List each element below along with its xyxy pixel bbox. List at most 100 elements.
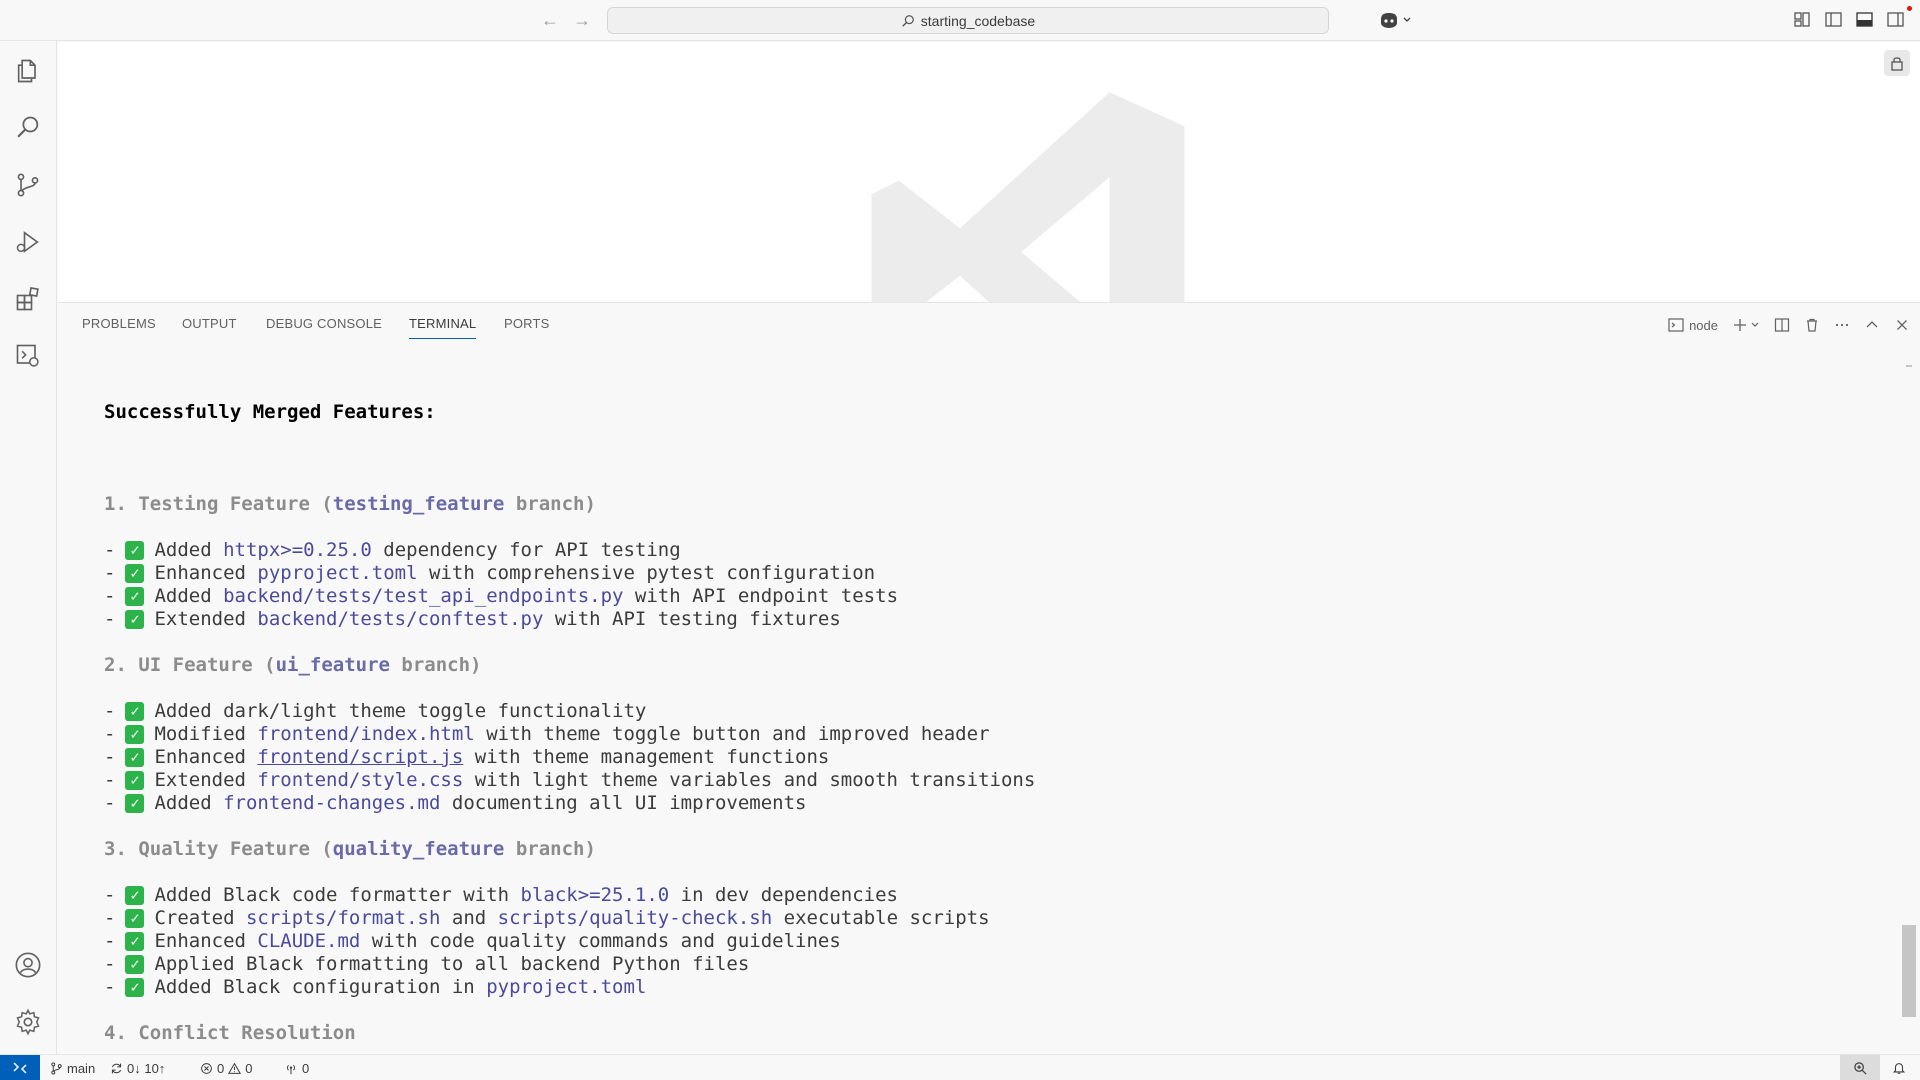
bullet-dash: - bbox=[104, 884, 116, 906]
section-heading: 1. Testing Feature (testing_feature bran… bbox=[104, 493, 1804, 516]
section-title: 1. Testing Feature ( bbox=[104, 493, 333, 515]
search-icon[interactable] bbox=[12, 112, 44, 144]
bullet-dash: - bbox=[104, 792, 116, 814]
check-mark-icon: ✓ bbox=[125, 978, 145, 997]
run-and-debug-icon[interactable] bbox=[12, 226, 44, 258]
list-item: - ✓ Added dark/light theme toggle function… bbox=[104, 700, 1804, 723]
bullet-dash: - bbox=[104, 746, 116, 768]
vscode-window: ← → starting_codebase PROBLEMS OUTPUT DE… bbox=[0, 0, 1920, 1080]
tab-problems[interactable]: PROBLEMS bbox=[82, 316, 156, 331]
source-control-icon[interactable] bbox=[12, 169, 44, 201]
section-title: 3. Quality Feature ( bbox=[104, 838, 333, 860]
toggle-primary-sidebar-icon[interactable] bbox=[1823, 9, 1844, 30]
extensions-icon[interactable] bbox=[12, 283, 44, 315]
panel-tabs: PROBLEMS OUTPUT DEBUG CONSOLE TERMINAL P… bbox=[58, 303, 1920, 345]
copilot-menu[interactable] bbox=[1378, 8, 1412, 32]
toggle-panel-icon[interactable] bbox=[1854, 9, 1875, 30]
check-mark-icon: ✓ bbox=[125, 932, 145, 951]
zoom-indicator[interactable] bbox=[1840, 1055, 1880, 1080]
code-span: frontend/style.css bbox=[257, 769, 464, 791]
chevron-down-icon bbox=[1403, 17, 1411, 22]
forward-arrow-icon[interactable]: → bbox=[570, 8, 594, 32]
bullet-dash: - bbox=[104, 769, 116, 791]
ports-indicator[interactable]: 0 bbox=[284, 1055, 309, 1080]
account-icon[interactable] bbox=[12, 949, 44, 981]
close-icon[interactable] bbox=[1894, 317, 1910, 333]
plus-icon bbox=[1734, 319, 1746, 331]
list-item: - ✓ Added Black configuration in pyproject… bbox=[104, 976, 1804, 999]
remote-icon bbox=[13, 1062, 27, 1074]
branch-indicator[interactable]: main bbox=[50, 1055, 95, 1080]
text-span: Extended bbox=[154, 608, 258, 630]
code-span: backend/tests/test_api_endpoints.py bbox=[223, 585, 624, 607]
tab-ports[interactable]: PORTS bbox=[504, 316, 550, 331]
tab-output[interactable]: OUTPUT bbox=[182, 316, 237, 331]
ports-count: 0 bbox=[302, 1060, 310, 1076]
list-item: - ✓ Added httpx>=0.25.0 dependency for API… bbox=[104, 539, 1804, 562]
customize-layout-icon[interactable] bbox=[1792, 9, 1813, 30]
check-mark-icon: ✓ bbox=[125, 909, 145, 928]
bullet-dash: - bbox=[104, 700, 116, 722]
section-suffix: branch) bbox=[504, 493, 596, 515]
section-heading: 3. Quality Feature (quality_feature bran… bbox=[104, 838, 1804, 861]
text-span: Modified bbox=[154, 723, 258, 745]
lock-icon[interactable] bbox=[1884, 50, 1910, 76]
text-span: with API testing fixtures bbox=[543, 608, 841, 630]
tab-debug-console[interactable]: DEBUG CONSOLE bbox=[266, 316, 382, 331]
settings-gear-icon[interactable] bbox=[12, 1006, 44, 1038]
code-span: scripts/format.sh bbox=[245, 907, 441, 929]
sync-icon bbox=[111, 1063, 122, 1073]
terminal-selector[interactable]: node bbox=[1668, 317, 1718, 333]
text-span: with light theme variables and smooth tr… bbox=[463, 769, 1036, 791]
section-suffix: branch) bbox=[389, 654, 482, 676]
terminal-scrollbar-thumb[interactable] bbox=[1902, 925, 1916, 1017]
sync-status: 0↓ 10↑ bbox=[127, 1060, 166, 1076]
code-span: scripts/quality-check.sh bbox=[497, 907, 773, 929]
section-title: 2. UI Feature ( bbox=[104, 654, 276, 676]
text-span: Added bbox=[154, 539, 224, 561]
check-mark-icon: ✓ bbox=[125, 610, 145, 629]
remote-explorer-icon[interactable] bbox=[12, 340, 44, 372]
text-span: Extended bbox=[154, 769, 258, 791]
text-span: Enhanced bbox=[154, 562, 258, 584]
list-item: - ✓ Extended frontend/style.css with light… bbox=[104, 769, 1804, 792]
text-span: documenting all UI improvements bbox=[440, 792, 807, 814]
new-terminal-button[interactable] bbox=[1732, 317, 1760, 333]
activity-bar bbox=[0, 41, 57, 1054]
problems-indicator[interactable]: 0 0 bbox=[200, 1055, 252, 1080]
broadcast-icon bbox=[286, 1064, 296, 1074]
terminal-output[interactable]: Successfully Merged Features: 1. Testing… bbox=[104, 355, 1804, 1080]
code-span: frontend/index.html bbox=[257, 723, 475, 745]
check-mark-icon: ✓ bbox=[125, 771, 145, 790]
check-mark-icon: ✓ bbox=[125, 725, 145, 744]
code-span: pyproject.toml bbox=[486, 976, 647, 998]
section-suffix: branch) bbox=[504, 838, 596, 860]
command-center-search[interactable]: starting_codebase bbox=[607, 7, 1329, 34]
list-item: - ✓ Modified frontend/index.html with them… bbox=[104, 723, 1804, 746]
explorer-icon[interactable] bbox=[12, 55, 44, 87]
text-span: Added Black code formatter with bbox=[154, 884, 521, 906]
scrollbar-marker bbox=[1906, 365, 1912, 367]
section-heading: 2. UI Feature (ui_feature branch) bbox=[104, 654, 1804, 677]
trash-icon[interactable] bbox=[1804, 317, 1820, 333]
copilot-icon bbox=[1381, 13, 1397, 28]
text-span: with API endpoint tests bbox=[623, 585, 899, 607]
toggle-secondary-sidebar-icon[interactable] bbox=[1885, 9, 1906, 30]
check-mark-icon: ✓ bbox=[125, 587, 145, 606]
text-span: Added dark/light theme toggle functional… bbox=[154, 700, 647, 722]
git-branch-icon bbox=[51, 1061, 62, 1075]
check-mark-icon: ✓ bbox=[125, 955, 145, 974]
check-mark-icon: ✓ bbox=[125, 541, 145, 560]
sync-indicator[interactable]: 0↓ 10↑ bbox=[110, 1055, 165, 1080]
file-link[interactable]: frontend/script.js bbox=[257, 746, 463, 769]
remote-indicator[interactable] bbox=[0, 1055, 40, 1080]
workspace-name: starting_codebase bbox=[920, 12, 1036, 29]
back-arrow-icon[interactable]: ← bbox=[538, 8, 562, 32]
more-actions-icon[interactable] bbox=[1834, 317, 1850, 333]
split-terminal-icon[interactable] bbox=[1774, 317, 1790, 333]
tab-terminal[interactable]: TERMINAL bbox=[409, 316, 477, 339]
notifications-bell-icon[interactable] bbox=[1886, 1055, 1912, 1080]
maximize-panel-icon[interactable] bbox=[1864, 317, 1880, 333]
